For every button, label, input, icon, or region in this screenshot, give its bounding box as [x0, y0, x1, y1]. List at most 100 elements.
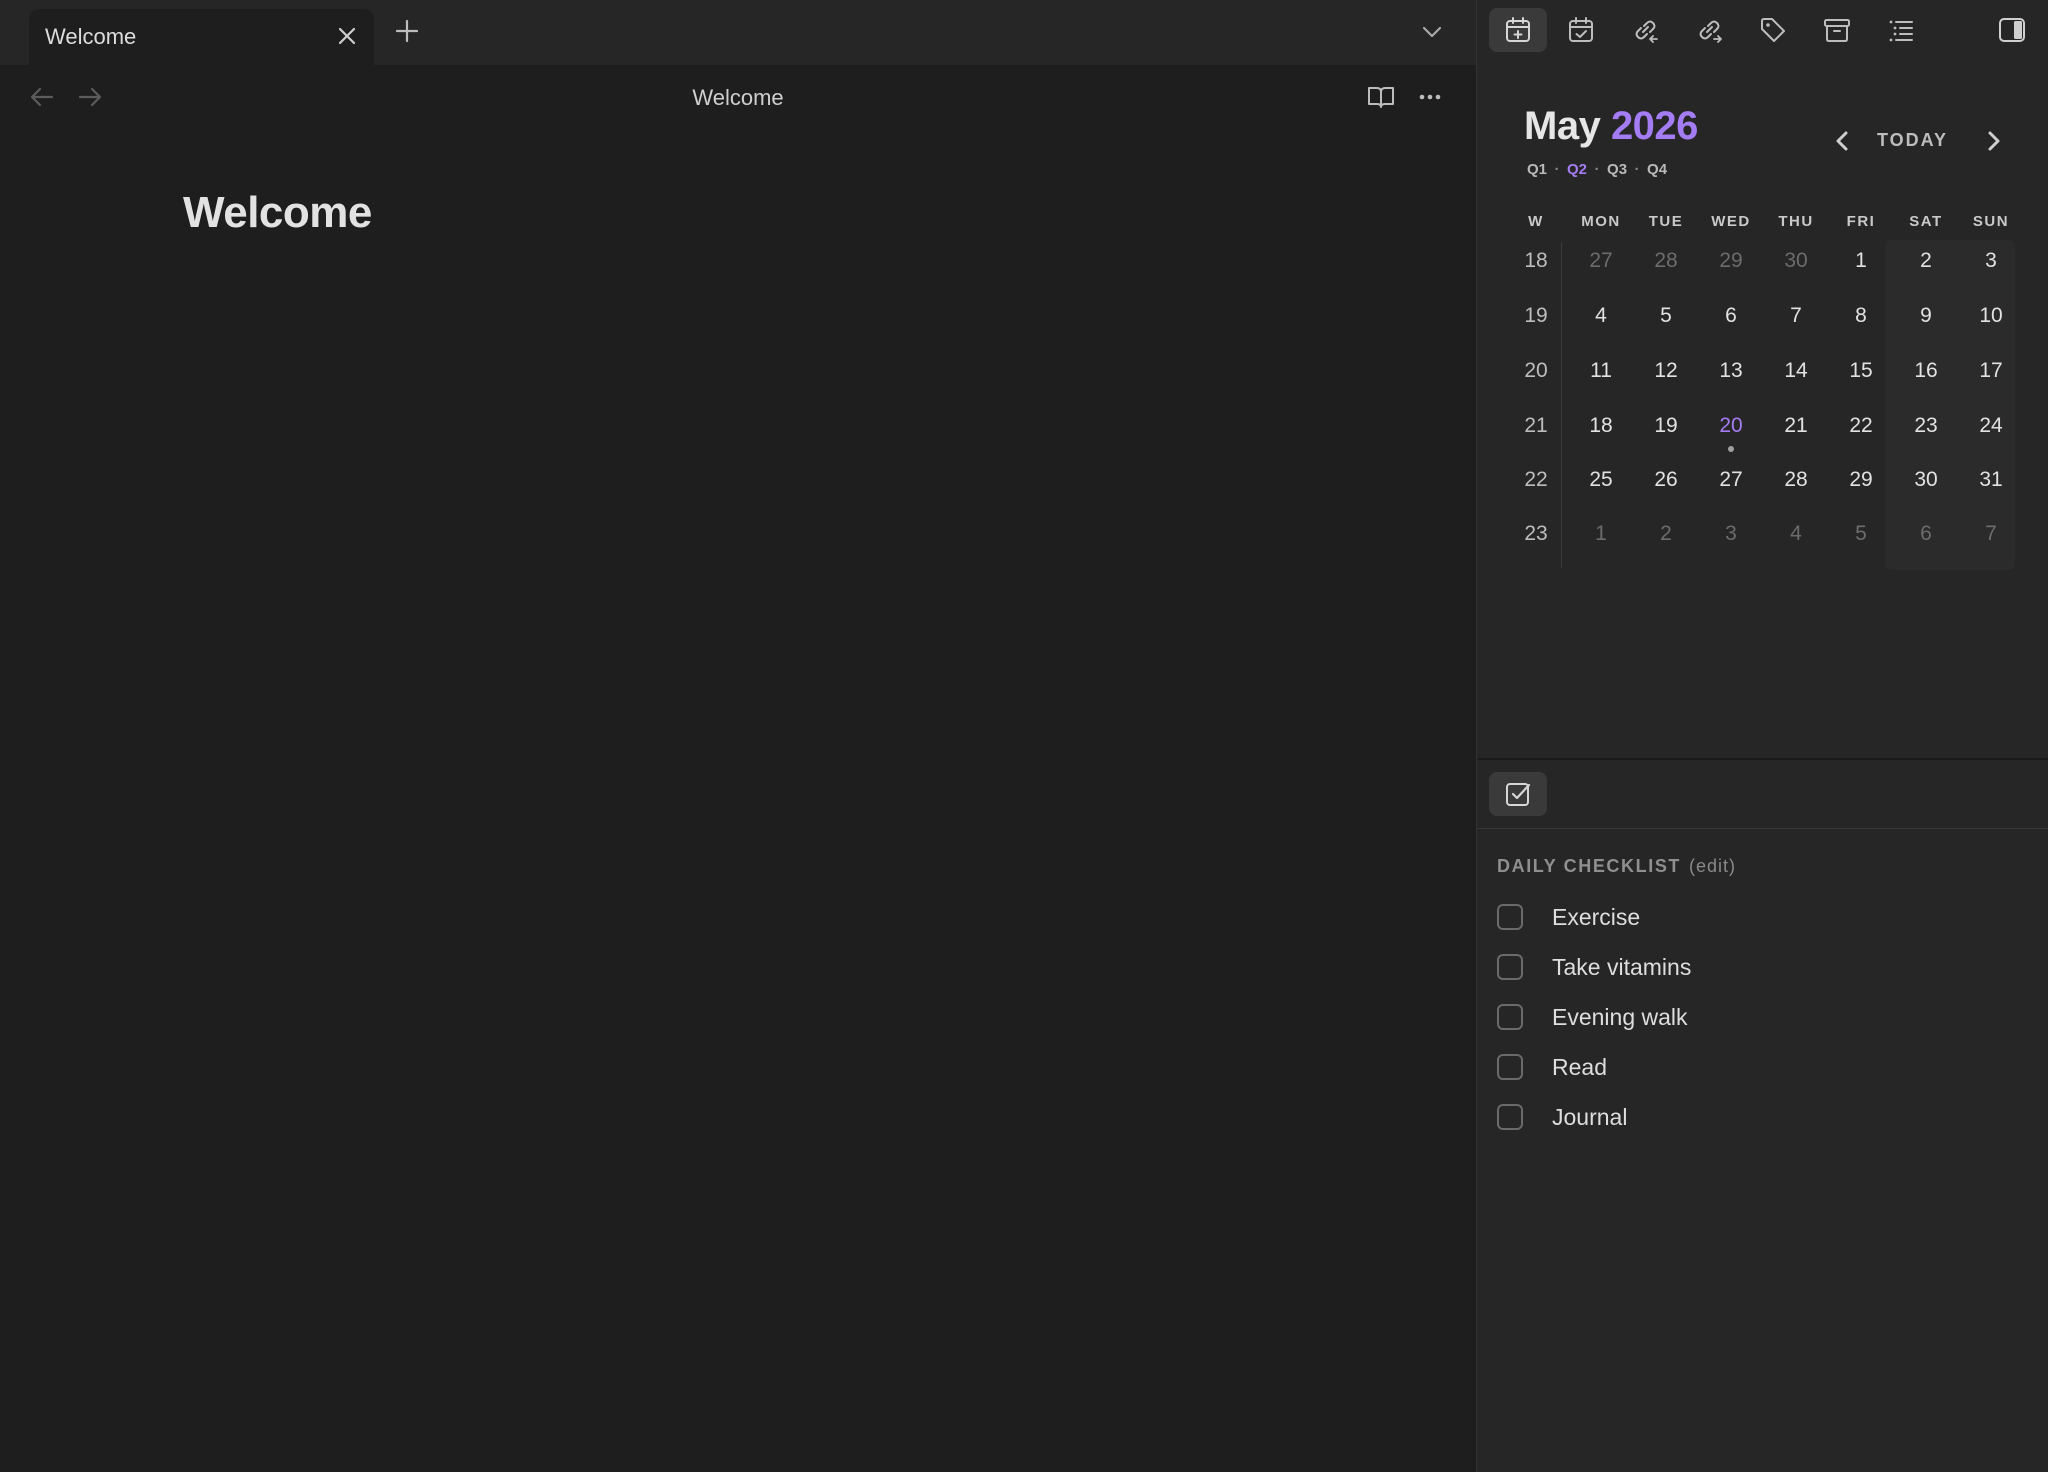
calendar-day[interactable]: 25: [1571, 468, 1631, 492]
chevron-left-icon[interactable]: [1830, 126, 1854, 156]
outgoing-links-icon[interactable]: [1680, 8, 1738, 52]
checklist-item[interactable]: Read: [1497, 1050, 2017, 1086]
calendar-day[interactable]: 30: [1766, 249, 1826, 273]
calendar-day[interactable]: 17: [1961, 359, 2021, 383]
calendar-day[interactable]: 27: [1701, 468, 1761, 492]
calendar-day[interactable]: 28: [1766, 468, 1826, 492]
calendar-week-row: 20 11 12 13 14 15 16 17: [1477, 359, 2048, 399]
calendar-year[interactable]: 2026: [1611, 104, 1698, 148]
calendar-day[interactable]: 8: [1831, 304, 1891, 328]
separator-dot: ·: [1594, 161, 1600, 178]
calendar-day[interactable]: 29: [1701, 249, 1761, 273]
sidebar-toggle-icon[interactable]: [1983, 8, 2041, 52]
plus-icon[interactable]: [392, 16, 422, 46]
calendar-day[interactable]: 12: [1636, 359, 1696, 383]
checkbox[interactable]: [1497, 1054, 1523, 1080]
calendar-day[interactable]: 31: [1961, 468, 2021, 492]
checkbox[interactable]: [1497, 904, 1523, 930]
quarter-q4[interactable]: Q4: [1647, 161, 1667, 178]
checklist-item-label: Exercise: [1552, 904, 1641, 930]
calendar-day[interactable]: 26: [1636, 468, 1696, 492]
pane-divider[interactable]: [1477, 758, 2048, 760]
quarter-q1[interactable]: Q1: [1527, 161, 1547, 178]
calendar-month[interactable]: May: [1524, 104, 1601, 148]
checklist-item[interactable]: Exercise: [1497, 900, 2017, 936]
header-week: W: [1528, 213, 1544, 230]
checkbox[interactable]: [1497, 954, 1523, 980]
more-horizontal-icon[interactable]: [1415, 83, 1445, 111]
note-title[interactable]: Welcome: [183, 188, 372, 238]
chevron-right-icon[interactable]: [1982, 126, 2006, 156]
calendar-day[interactable]: 30: [1896, 468, 1956, 492]
calendar-day[interactable]: 21: [1766, 414, 1826, 438]
tab-welcome[interactable]: Welcome: [29, 9, 374, 65]
week-number[interactable]: 22: [1506, 468, 1566, 492]
calendar-day[interactable]: 16: [1896, 359, 1956, 383]
week-number[interactable]: 18: [1506, 249, 1566, 273]
calendar-day[interactable]: 7: [1766, 304, 1826, 328]
calendar-day[interactable]: 19: [1636, 414, 1696, 438]
week-number[interactable]: 21: [1506, 414, 1566, 438]
calendar-day[interactable]: 4: [1766, 522, 1826, 546]
calendar-day[interactable]: 11: [1571, 359, 1631, 383]
book-open-icon[interactable]: [1366, 83, 1396, 111]
checkbox[interactable]: [1497, 1004, 1523, 1030]
header-wed: WED: [1711, 213, 1751, 230]
calendar-day[interactable]: 9: [1896, 304, 1956, 328]
calendar-day[interactable]: 22: [1831, 414, 1891, 438]
calendar-day[interactable]: 1: [1571, 522, 1631, 546]
checklist-item-label: Journal: [1552, 1104, 1628, 1130]
checkbox-square-icon[interactable]: [1489, 772, 1547, 816]
calendar-day[interactable]: 24: [1961, 414, 2021, 438]
calendar-day-number: 20: [1719, 414, 1743, 437]
tag-icon[interactable]: [1744, 8, 1802, 52]
checklist-item[interactable]: Evening walk: [1497, 1000, 2017, 1036]
calendar-day[interactable]: 5: [1831, 522, 1891, 546]
quarter-q2[interactable]: Q2: [1567, 161, 1587, 178]
week-number[interactable]: 19: [1506, 304, 1566, 328]
week-number[interactable]: 20: [1506, 359, 1566, 383]
quarter-q3[interactable]: Q3: [1607, 161, 1627, 178]
tab-title: Welcome: [45, 24, 137, 49]
archive-icon[interactable]: [1808, 8, 1866, 52]
calendar-day[interactable]: 5: [1636, 304, 1696, 328]
calendar-day[interactable]: 6: [1701, 304, 1761, 328]
calendar-day[interactable]: 29: [1831, 468, 1891, 492]
checklist-item[interactable]: Take vitamins: [1497, 950, 2017, 986]
calendar-day[interactable]: 28: [1636, 249, 1696, 273]
calendar-day[interactable]: 1: [1831, 249, 1891, 273]
close-icon[interactable]: [334, 23, 360, 49]
checklist-edit-link[interactable]: (edit): [1689, 856, 1736, 876]
view-title[interactable]: Welcome: [0, 85, 1476, 111]
calendar-day[interactable]: 7: [1961, 522, 2021, 546]
calendar-day[interactable]: 18: [1571, 414, 1631, 438]
checklist-item[interactable]: Journal: [1497, 1100, 2017, 1136]
calendar-day[interactable]: 3: [1961, 249, 2021, 273]
calendar-day-today[interactable]: 20: [1701, 414, 1761, 452]
calendar-day[interactable]: 4: [1571, 304, 1631, 328]
outline-list-icon[interactable]: [1872, 8, 1930, 52]
calendar-day[interactable]: 10: [1961, 304, 2021, 328]
view-header: Welcome: [0, 65, 1476, 129]
checkbox[interactable]: [1497, 1104, 1523, 1130]
calendar-day[interactable]: 14: [1766, 359, 1826, 383]
calendar-day[interactable]: 15: [1831, 359, 1891, 383]
weekend-highlight: [1885, 240, 2015, 570]
calendar-week-row: 23 1 2 3 4 5 6 7: [1477, 522, 2048, 562]
today-button[interactable]: TODAY: [1877, 130, 1948, 151]
calendar-day[interactable]: 13: [1701, 359, 1761, 383]
calendar-day[interactable]: 3: [1701, 522, 1761, 546]
calendar-day[interactable]: 23: [1896, 414, 1956, 438]
calendar-day[interactable]: 27: [1571, 249, 1631, 273]
backlinks-icon[interactable]: [1616, 8, 1674, 52]
calendar-day[interactable]: 6: [1896, 522, 1956, 546]
chevron-down-icon[interactable]: [1418, 18, 1446, 46]
header-sat: SAT: [1909, 213, 1943, 230]
calendar-check-icon[interactable]: [1552, 8, 1610, 52]
checklist-title: DAILY CHECKLIST: [1497, 856, 1682, 876]
calendar-day[interactable]: 2: [1896, 249, 1956, 273]
calendar-plus-icon[interactable]: [1489, 8, 1547, 52]
calendar-day[interactable]: 2: [1636, 522, 1696, 546]
checklist-item-label: Read: [1552, 1054, 1607, 1080]
week-number[interactable]: 23: [1506, 522, 1566, 546]
